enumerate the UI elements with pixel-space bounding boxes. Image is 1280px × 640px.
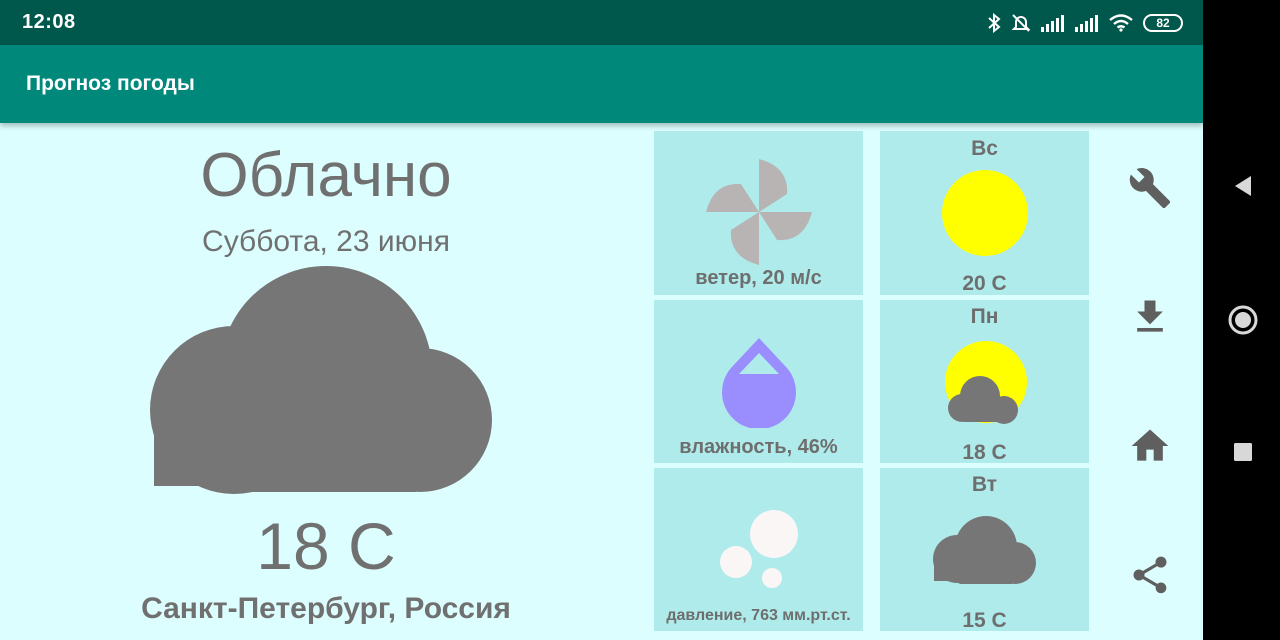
share-icon[interactable] — [1128, 553, 1172, 597]
forecast-tile-sunday: Вс 20 C — [880, 131, 1089, 295]
current-date: Суббота, 23 июня — [202, 225, 450, 258]
forecast-tile-monday: Пн 18 C — [880, 300, 1089, 464]
home-icon[interactable] — [1128, 424, 1172, 468]
wind-label: ветер, 20 м/с — [695, 267, 822, 289]
forecast-day: Пн — [970, 305, 999, 328]
wind-tile: ветер, 20 м/с — [654, 131, 863, 295]
signal-icon-2 — [1075, 14, 1099, 32]
toolbar-title: Прогноз погоды — [26, 72, 195, 95]
back-nav-icon[interactable] — [1223, 166, 1263, 206]
sun-icon — [942, 170, 1028, 256]
mute-bell-icon — [1011, 13, 1031, 33]
partly-cloudy-icon — [945, 341, 1027, 424]
pressure-icon — [720, 510, 798, 588]
signal-icon — [1041, 14, 1065, 32]
humidity-icon — [722, 338, 796, 428]
home-nav-icon[interactable] — [1223, 300, 1263, 340]
recents-nav-icon[interactable] — [1223, 432, 1263, 472]
forecast-temp: 18 C — [962, 441, 1007, 464]
bluetooth-icon — [987, 13, 1001, 33]
forecast-day: Вт — [971, 473, 998, 496]
app-toolbar: Прогноз погоды — [0, 45, 1203, 123]
current-condition: Облачно — [200, 141, 452, 210]
cloud-icon — [150, 266, 496, 498]
humidity-label: влажность, 46% — [679, 436, 838, 458]
forecast-day: Вс — [971, 137, 998, 160]
status-icons: 82 — [987, 10, 1183, 36]
current-city: Санкт-Петербург, Россия — [141, 592, 511, 625]
status-bar: 12:08 82 — [0, 0, 1203, 45]
forecast-temp: 15 C — [962, 609, 1007, 632]
wind-icon — [706, 159, 812, 265]
forecast-tile-tuesday: Вт 15 C — [880, 468, 1089, 632]
humidity-tile: влажность, 46% — [654, 300, 863, 463]
battery-indicator: 82 — [1143, 14, 1183, 32]
download-icon[interactable] — [1128, 295, 1172, 339]
status-time: 12:08 — [22, 11, 76, 33]
system-nav-bar — [1203, 0, 1280, 640]
cloud-icon — [933, 516, 1036, 584]
pressure-tile: давление, 763 мм.рт.ст. — [654, 468, 863, 631]
settings-icon[interactable] — [1128, 166, 1172, 210]
current-temperature: 18 C — [256, 509, 396, 583]
weather-app: 12:08 82 Прогноз погоды Облачно Суббота,… — [0, 0, 1203, 640]
forecast-temp: 20 C — [962, 272, 1007, 295]
wifi-icon — [1109, 14, 1133, 32]
pressure-label: давление, 763 мм.рт.ст. — [666, 607, 851, 624]
battery-level: 82 — [1156, 16, 1170, 30]
